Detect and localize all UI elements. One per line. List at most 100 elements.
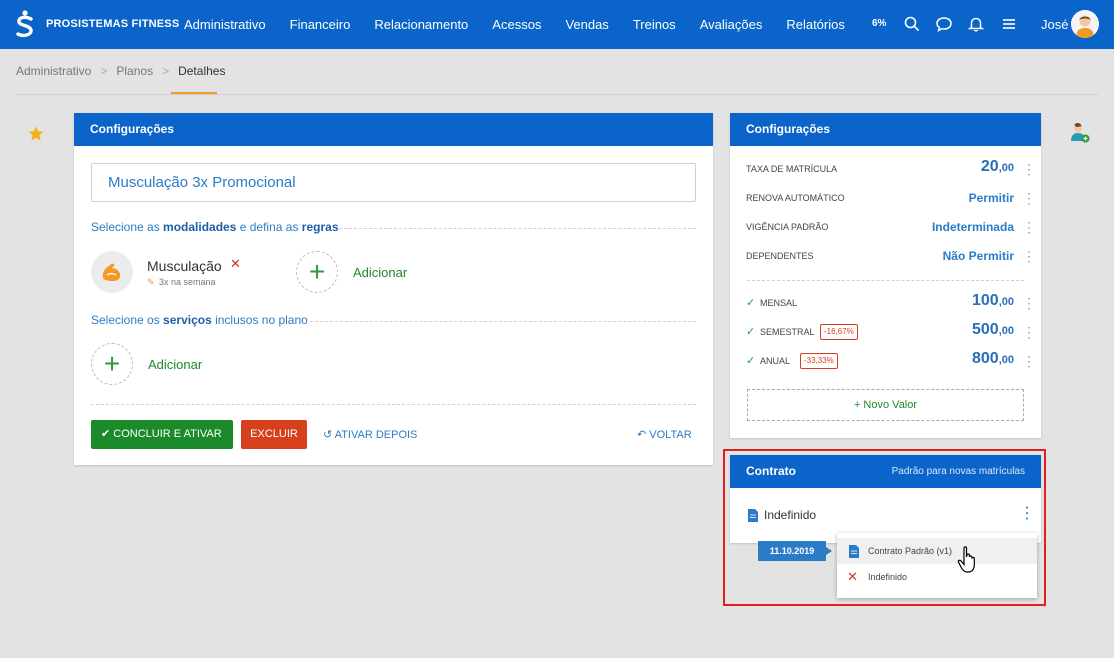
row-value: Indeterminada <box>931 220 1014 234</box>
back-button[interactable]: ↶ VOLTAR <box>637 428 692 442</box>
brand-name: PROSISTEMAS FITNESS <box>46 18 180 30</box>
nav-relacionamento[interactable]: Relacionamento <box>362 0 480 49</box>
row-value: 100,00 <box>972 292 1014 310</box>
label-text: e defina as <box>236 220 302 234</box>
value-cents: ,00 <box>998 354 1014 366</box>
edit-pencil-icon[interactable]: ✎ <box>147 277 155 288</box>
delete-button[interactable]: EXCLUIR <box>241 420 307 449</box>
menu-icon[interactable] <box>1000 15 1018 33</box>
more-vert-icon[interactable]: ⋮ <box>1022 161 1036 177</box>
more-vert-icon[interactable]: ⋮ <box>1022 190 1036 206</box>
check-icon: ✓ <box>746 355 756 367</box>
modality-avatar[interactable] <box>91 251 133 293</box>
row-label: RENOVA AUTOMÁTICO <box>746 193 845 203</box>
more-vert-icon[interactable]: ⋮ <box>1022 248 1036 264</box>
breadcrumb-detalhes: Detalhes <box>178 64 226 78</box>
nav-relatorios[interactable]: Relatórios <box>774 0 857 49</box>
plan-settings-panel: Configurações TAXA DE MATRÍCULA 20,00 ⋮ … <box>730 113 1041 438</box>
more-vert-icon[interactable]: ⋮ <box>1022 295 1036 311</box>
breadcrumb-divider <box>16 94 1098 95</box>
add-modality-button[interactable]: + <box>296 251 338 293</box>
panel-title: Configurações <box>74 113 713 146</box>
nav-vendas[interactable]: Vendas <box>553 0 620 49</box>
plus-icon: + <box>308 256 326 287</box>
value-cents: ,00 <box>998 296 1014 308</box>
logo-icon[interactable] <box>14 10 36 38</box>
row-label: DEPENDENTES <box>746 251 814 261</box>
more-vert-icon[interactable]: ⋮ <box>1022 324 1036 340</box>
label-text: inclusos no plano <box>211 313 308 327</box>
services-label: Selecione os serviços inclusos no plano <box>91 313 308 327</box>
bell-icon[interactable] <box>967 15 985 33</box>
row-label: VIGÊNCIA PADRÃO <box>746 222 829 232</box>
user-name[interactable]: José <box>1041 17 1068 32</box>
plan-config-panel: Configurações Musculação 3x Promocional … <box>74 113 713 465</box>
button-label: CONCLUIR E ATIVAR <box>113 428 222 440</box>
nav-financeiro[interactable]: Financeiro <box>278 0 363 49</box>
modality-name: Musculação <box>147 258 222 274</box>
discount-badge: -33,33% <box>800 353 838 369</box>
user-add-icon[interactable] <box>1069 122 1091 144</box>
nav-acessos[interactable]: Acessos <box>480 0 553 49</box>
user-avatar-icon <box>1071 10 1099 38</box>
label-bold: serviços <box>163 313 212 327</box>
label-bold: regras <box>301 220 339 234</box>
label-text: Selecione os <box>91 313 164 327</box>
activate-later-button[interactable]: ↺ ATIVAR DEPOIS <box>323 428 417 442</box>
row-value: 20,00 <box>981 158 1014 176</box>
default-validity-row[interactable]: VIGÊNCIA PADRÃO Indeterminada ⋮ <box>746 218 1036 238</box>
auto-renew-row[interactable]: RENOVA AUTOMÁTICO Permitir ⋮ <box>746 189 1036 209</box>
price-row-annual[interactable]: ✓ ANUAL -33,33% 800,00 ⋮ <box>746 350 1036 372</box>
add-modality-label[interactable]: Adicionar <box>353 265 407 280</box>
panel-title: Configurações <box>730 113 1041 146</box>
nav-administrativo[interactable]: Administrativo <box>172 0 278 49</box>
check-icon: ✓ <box>746 326 756 338</box>
remove-modality-button[interactable]: ✕ <box>230 256 241 272</box>
section-divider <box>339 228 696 229</box>
value-integer: 20 <box>980 158 999 175</box>
discount-badge: -16,67% <box>820 324 858 340</box>
favorite-star-icon[interactable] <box>27 125 45 143</box>
section-divider <box>747 280 1024 281</box>
avatar[interactable] <box>1071 10 1099 38</box>
history-icon: ↺ <box>323 429 335 441</box>
value-cents: ,00 <box>998 325 1014 337</box>
add-service-button[interactable]: + <box>91 343 133 385</box>
section-divider <box>310 321 696 322</box>
value-integer: 800 <box>972 350 999 367</box>
row-value: 500,00 <box>972 321 1014 339</box>
row-value: 800,00 <box>972 350 1014 368</box>
nav-treinos[interactable]: Treinos <box>621 0 688 49</box>
value-integer: 100 <box>972 292 999 309</box>
add-new-value-button[interactable]: + Novo Valor <box>747 389 1024 421</box>
price-row-semester[interactable]: ✓ SEMESTRAL -16,67% 500,00 ⋮ <box>746 321 1036 343</box>
dependents-row[interactable]: DEPENDENTES Não Permitir ⋮ <box>746 247 1036 267</box>
more-vert-icon[interactable]: ⋮ <box>1022 219 1036 235</box>
label-text: Selecione as <box>91 220 164 234</box>
breadcrumb-administrativo[interactable]: Administrativo <box>16 64 91 78</box>
enrollment-fee-row[interactable]: TAXA DE MATRÍCULA 20,00 ⋮ <box>746 158 1036 180</box>
plan-name-input[interactable]: Musculação 3x Promocional <box>91 163 696 202</box>
add-service-label[interactable]: Adicionar <box>148 357 202 372</box>
search-icon[interactable] <box>903 15 921 33</box>
muscle-arm-icon <box>102 263 121 281</box>
row-label: ANUAL <box>760 356 791 366</box>
more-vert-icon[interactable]: ⋮ <box>1022 353 1036 369</box>
conclude-activate-button[interactable]: ✔ CONCLUIR E ATIVAR <box>91 420 233 449</box>
value-integer: 500 <box>972 321 999 338</box>
chat-icon[interactable] <box>935 15 953 33</box>
breadcrumb-separator: > <box>100 64 108 78</box>
modalities-label: Selecione as modalidades e defina as reg… <box>91 220 339 234</box>
nav-avaliacoes[interactable]: Avaliações <box>688 0 775 49</box>
plus-icon: + <box>103 348 121 379</box>
row-value: Não Permitir <box>942 249 1014 263</box>
check-icon: ✔ <box>101 428 114 440</box>
breadcrumb-planos[interactable]: Planos <box>116 64 153 78</box>
top-navbar: PROSISTEMAS FITNESS Administrativo Finan… <box>0 0 1114 49</box>
section-divider <box>91 404 696 405</box>
price-row-monthly[interactable]: ✓ MENSAL 100,00 ⋮ <box>746 292 1036 314</box>
modality-rule[interactable]: 3x na semana <box>159 277 216 287</box>
progress-percent[interactable]: 6% <box>872 18 886 29</box>
check-icon: ✓ <box>746 297 756 309</box>
button-label: VOLTAR <box>649 429 692 441</box>
